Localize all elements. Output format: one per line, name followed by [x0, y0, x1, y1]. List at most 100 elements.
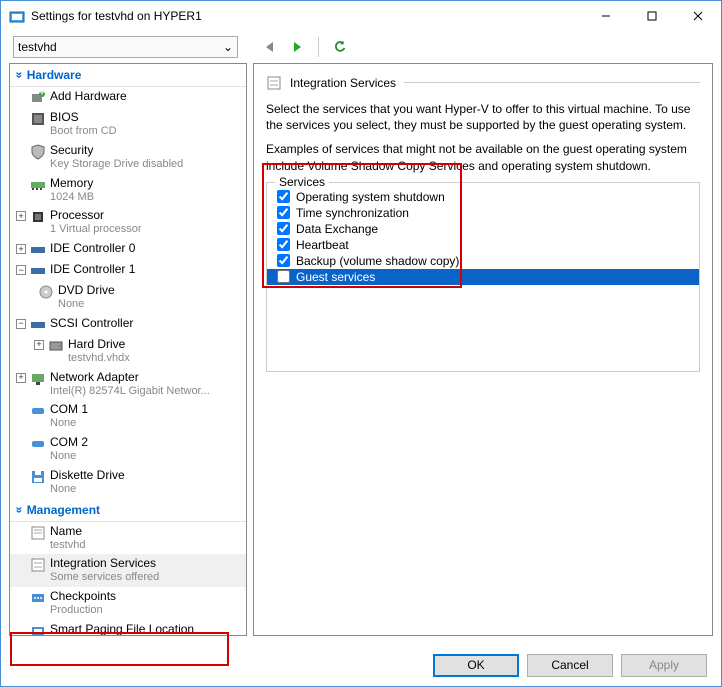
close-button[interactable]: [675, 1, 721, 31]
tree-item-integration-services[interactable]: Integration ServicesSome services offere…: [10, 554, 246, 587]
tree-sublabel: None: [50, 483, 125, 497]
service-checkbox[interactable]: [277, 222, 290, 235]
tree-label: DVD Drive: [58, 283, 115, 298]
tree-item-checkpoints[interactable]: CheckpointsProduction: [10, 587, 246, 620]
button-label: Cancel: [551, 658, 588, 672]
separator: [318, 37, 319, 57]
service-row[interactable]: Data Exchange: [267, 221, 699, 237]
tree-item-com2[interactable]: COM 2None: [10, 433, 246, 466]
controller-icon: [30, 317, 46, 333]
controller-icon: [30, 242, 46, 258]
add-hardware-icon: +: [30, 90, 46, 106]
floppy-icon: [30, 469, 46, 485]
service-checkbox[interactable]: [277, 270, 290, 283]
service-row[interactable]: Backup (volume shadow copy): [267, 253, 699, 269]
vm-select-dropdown[interactable]: testvhd ⌄: [13, 36, 238, 58]
service-checkbox[interactable]: [277, 254, 290, 267]
tree-label: BIOS: [50, 110, 117, 125]
tree-sublabel: testvhd.vhdx: [68, 352, 130, 366]
maximize-button[interactable]: [629, 1, 675, 31]
dbl-chevron-icon: »: [12, 506, 26, 513]
refresh-button[interactable]: [329, 36, 351, 58]
toolbar: testvhd ⌄: [1, 31, 721, 63]
service-checkbox[interactable]: [277, 190, 290, 203]
tree-item-hdd[interactable]: + Hard Drivetestvhd.vhdx: [10, 335, 246, 368]
service-checkbox[interactable]: [277, 238, 290, 251]
tree-label: Hard Drive: [68, 337, 130, 352]
fieldset-legend: Services: [275, 175, 329, 189]
description-text: Select the services that you want Hyper-…: [266, 101, 700, 133]
tree-label: Integration Services: [50, 556, 159, 571]
tree-item-dvd[interactable]: DVD DriveNone: [10, 281, 246, 314]
tree-label: Network Adapter: [50, 370, 210, 385]
button-label: Apply: [649, 658, 679, 672]
nav-tree-scroll[interactable]: » Hardware + Add Hardware BIOSBoot from …: [10, 64, 246, 635]
tree-item-bios[interactable]: BIOSBoot from CD: [10, 108, 246, 141]
tree-label: Add Hardware: [50, 89, 127, 104]
service-label: Operating system shutdown: [296, 190, 445, 204]
expand-toggle[interactable]: −: [16, 265, 26, 275]
tree-item-memory[interactable]: Memory1024 MB: [10, 174, 246, 207]
service-row[interactable]: Operating system shutdown: [267, 189, 699, 205]
tree-item-scsi[interactable]: − SCSI Controller: [10, 314, 246, 335]
nav-tree-pane: » Hardware + Add Hardware BIOSBoot from …: [9, 63, 247, 636]
bios-icon: [30, 111, 46, 127]
header-management[interactable]: » Management: [10, 499, 246, 522]
header-hardware[interactable]: » Hardware: [10, 64, 246, 87]
tree-label: COM 2: [50, 435, 88, 450]
svg-text:+: +: [38, 90, 45, 99]
tree-label: Security: [50, 143, 183, 158]
nav-back-button[interactable]: [258, 36, 280, 58]
header-hardware-label: Hardware: [27, 68, 82, 82]
tree-label: Name: [50, 524, 85, 539]
port-icon: [30, 436, 46, 452]
tree-item-diskette[interactable]: Diskette DriveNone: [10, 466, 246, 499]
expand-toggle[interactable]: +: [34, 340, 44, 350]
chevron-down-icon: ⌄: [223, 40, 233, 54]
tree-label: IDE Controller 1: [50, 262, 135, 277]
description-text: Examples of services that might not be a…: [266, 141, 700, 173]
tree-item-network[interactable]: + Network AdapterIntel(R) 82574L Gigabit…: [10, 368, 246, 401]
nav-forward-button[interactable]: [286, 36, 308, 58]
service-label: Guest services: [296, 270, 375, 284]
tree-label: Checkpoints: [50, 589, 116, 604]
tree-item-ide1[interactable]: − IDE Controller 1: [10, 260, 246, 281]
tree-item-processor[interactable]: + Processor1 Virtual processor: [10, 206, 246, 239]
tree-item-smart-paging[interactable]: Smart Paging File LocationC:\ClusterStor…: [10, 620, 246, 635]
tree-item-name[interactable]: Nametestvhd: [10, 522, 246, 555]
expand-toggle[interactable]: +: [16, 211, 26, 221]
tree-sublabel: 1 Virtual processor: [50, 223, 142, 237]
tree-sublabel: None: [50, 417, 88, 431]
cancel-button[interactable]: Cancel: [527, 654, 613, 677]
tree-sublabel: 1024 MB: [50, 191, 94, 205]
expand-toggle[interactable]: +: [16, 244, 26, 254]
button-label: OK: [467, 658, 484, 672]
tree-item-security[interactable]: SecurityKey Storage Drive disabled: [10, 141, 246, 174]
service-row[interactable]: Time synchronization: [267, 205, 699, 221]
tree-label: Smart Paging File Location: [50, 622, 210, 635]
titlebar: Settings for testvhd on HYPER1: [1, 1, 721, 31]
apply-button[interactable]: Apply: [621, 654, 707, 677]
service-row[interactable]: Guest services: [267, 269, 699, 285]
service-checkbox[interactable]: [277, 206, 290, 219]
tree-item-add-hardware[interactable]: + Add Hardware: [10, 87, 246, 108]
services-icon: [30, 557, 46, 573]
tree-item-com1[interactable]: COM 1None: [10, 400, 246, 433]
tree-sublabel: Production: [50, 604, 116, 618]
expand-toggle[interactable]: −: [16, 319, 26, 329]
expand-toggle[interactable]: +: [16, 373, 26, 383]
services-icon: [266, 75, 282, 91]
tree-item-ide0[interactable]: + IDE Controller 0: [10, 239, 246, 260]
services-fieldset: Services Operating system shutdownTime s…: [266, 182, 700, 372]
checkpoint-icon: [30, 590, 46, 606]
minimize-button[interactable]: [583, 1, 629, 31]
disc-icon: [38, 284, 54, 300]
tree-sublabel: Intel(R) 82574L Gigabit Networ...: [50, 385, 210, 399]
port-icon: [30, 403, 46, 419]
tree-label: COM 1: [50, 402, 88, 417]
settings-window: Settings for testvhd on HYPER1 testvhd ⌄: [0, 0, 722, 687]
ok-button[interactable]: OK: [433, 654, 519, 677]
window-title: Settings for testvhd on HYPER1: [25, 9, 583, 23]
service-row[interactable]: Heartbeat: [267, 237, 699, 253]
pane-title: Integration Services: [290, 76, 396, 90]
